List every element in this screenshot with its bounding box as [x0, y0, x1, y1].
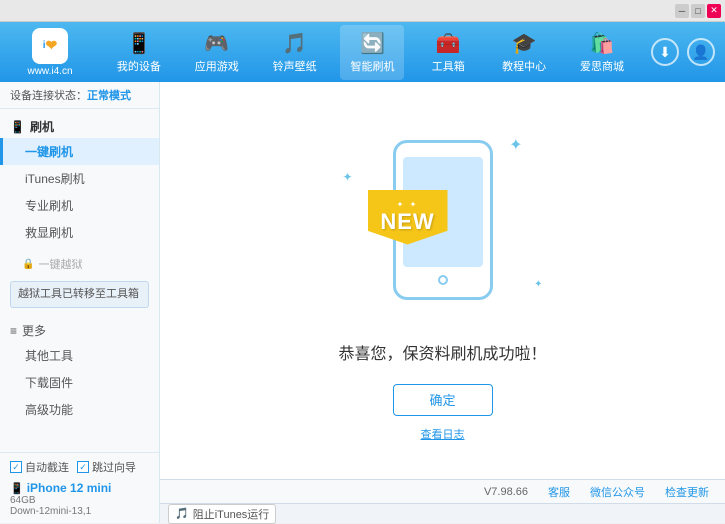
- sidebar-item-advanced[interactable]: 高级功能: [0, 396, 159, 423]
- sidebar-device-panel: ✓ 自动截连 ✓ 跳过向导 📱 iPhone 12 mini 64GB Down…: [0, 452, 159, 523]
- apps-icon: 🎮: [204, 31, 229, 56]
- toolbox-label: 工具箱: [432, 58, 465, 74]
- download-button[interactable]: ⬇: [651, 38, 679, 66]
- sidebar-item-data-flash[interactable]: 救显刷机: [0, 219, 159, 246]
- my-device-icon: 📱: [126, 31, 151, 56]
- nav-item-smart-flash[interactable]: 🔄 智能刷机: [340, 25, 404, 80]
- user-button[interactable]: 👤: [687, 38, 715, 66]
- jailbreak-section: 🔒 一键越狱 越狱工具已转移至工具箱: [0, 248, 159, 315]
- download-icon: ⬇: [659, 44, 671, 61]
- apps-label: 应用游戏: [195, 58, 239, 74]
- nav-item-tutorial[interactable]: 🎓 教程中心: [492, 25, 556, 80]
- minimize-button[interactable]: ─: [675, 4, 689, 18]
- header: i❤ www.i4.cn 📱 我的设备 🎮 应用游戏 🎵 铃声壁纸 🔄 智能刷机…: [0, 22, 725, 82]
- flash-section: 📱 刷机 一键刷机 iTunes刷机 专业刷机 救显刷机: [0, 109, 159, 248]
- sidebar: 设备连接状态：正常模式 📱 刷机 一键刷机 iTunes刷机 专业刷机 救显刷机: [0, 82, 160, 523]
- new-badge-text: NEW: [380, 209, 434, 235]
- use-guide-label[interactable]: ✓ 跳过向导: [77, 459, 136, 475]
- more-icon: ≡: [10, 324, 17, 338]
- title-bar: ─ □ ✕: [0, 0, 725, 22]
- logo-icon: i❤: [32, 28, 68, 64]
- sidebar-item-itunes-flash[interactable]: iTunes刷机: [0, 165, 159, 192]
- itunes-bar: 🎵 阻止iTunes运行: [160, 503, 725, 523]
- close-button[interactable]: ✕: [707, 4, 721, 18]
- flash-section-icon: 📱: [10, 120, 25, 134]
- maximize-button[interactable]: □: [691, 4, 705, 18]
- sparkle-2: ✦: [343, 170, 353, 184]
- device-icon: 📱: [10, 482, 24, 495]
- sparkle-1: ✦: [509, 135, 522, 155]
- sidebar-item-pro-flash[interactable]: 专业刷机: [0, 192, 159, 219]
- device-model: Down-12mini-13,1: [10, 506, 149, 517]
- nav-bar: 📱 我的设备 🎮 应用游戏 🎵 铃声壁纸 🔄 智能刷机 🧰 工具箱 🎓 教程中心…: [100, 25, 641, 80]
- logo: i❤ www.i4.cn: [10, 28, 90, 77]
- window-controls: ─ □ ✕: [675, 4, 721, 18]
- header-right: ⬇ 👤: [651, 38, 715, 66]
- nav-item-apps-games[interactable]: 🎮 应用游戏: [185, 25, 249, 80]
- device-storage: 64GB: [10, 495, 149, 506]
- tutorial-icon: 🎓: [512, 31, 537, 56]
- store-icon: 🛍️: [590, 31, 615, 56]
- nav-item-toolbox[interactable]: 🧰 工具箱: [418, 25, 478, 80]
- wechat-official-link[interactable]: 微信公众号: [590, 484, 645, 500]
- jailbreak-notice: 越狱工具已转移至工具箱: [10, 281, 149, 308]
- more-section: ≡ 更多 其他工具 下载固件 高级功能: [0, 315, 159, 427]
- use-guide-checkbox[interactable]: ✓: [77, 461, 89, 473]
- sidebar-item-download-firmware[interactable]: 下载固件: [0, 369, 159, 396]
- check-update-link[interactable]: 检查更新: [665, 484, 709, 500]
- nav-item-ringtones[interactable]: 🎵 铃声壁纸: [263, 25, 327, 80]
- toolbox-icon: 🧰: [436, 31, 461, 56]
- checkbox-group: ✓ 自动截连 ✓ 跳过向导: [10, 459, 149, 475]
- customer-service-link[interactable]: 客服: [548, 484, 570, 500]
- sidebar-item-jailbreak: 🔒 一键越狱: [0, 251, 159, 277]
- itunes-icon: 🎵: [175, 507, 189, 520]
- daily-link[interactable]: 查看日志: [421, 426, 465, 442]
- more-section-header: ≡ 更多: [0, 319, 159, 342]
- flash-section-header: 📱 刷机: [0, 115, 159, 138]
- illustration: ✦ ✦ NEW ✦ ✦ ✦: [333, 120, 553, 320]
- itunes-button[interactable]: 🎵 阻止iTunes运行: [168, 504, 276, 524]
- sidebar-item-other-tools[interactable]: 其他工具: [0, 342, 159, 369]
- my-device-label: 我的设备: [117, 58, 161, 74]
- version-label: V7.98.66: [484, 486, 528, 498]
- content-panel: ✦ ✦ NEW ✦ ✦ ✦ 恭喜您，保资料刷机成功啦！ 确定 查看日志 V7.9…: [160, 82, 725, 523]
- nav-item-store[interactable]: 🛍️ 爱思商城: [570, 25, 634, 80]
- lock-icon: 🔒: [22, 259, 34, 270]
- success-message: 恭喜您，保资料刷机成功啦！: [338, 340, 546, 364]
- ringtones-label: 铃声壁纸: [273, 58, 317, 74]
- sidebar-item-one-click-flash[interactable]: 一键刷机: [0, 138, 159, 165]
- ringtones-icon: 🎵: [282, 31, 307, 56]
- auto-connect-checkbox[interactable]: ✓: [10, 461, 22, 473]
- user-icon: 👤: [692, 44, 709, 61]
- store-label: 爱思商城: [580, 58, 624, 74]
- auto-connect-label[interactable]: ✓ 自动截连: [10, 459, 69, 475]
- device-name: 📱 iPhone 12 mini: [10, 481, 149, 495]
- smart-flash-label: 智能刷机: [350, 58, 394, 74]
- sidebar-spacer: [0, 427, 159, 452]
- smart-flash-icon: 🔄: [360, 31, 385, 56]
- status-footer: V7.98.66 客服 微信公众号 检查更新: [160, 479, 725, 503]
- main-content: ✦ ✦ NEW ✦ ✦ ✦ 恭喜您，保资料刷机成功啦！ 确定 查看日志: [160, 82, 725, 479]
- logo-text: www.i4.cn: [27, 66, 72, 77]
- confirm-button[interactable]: 确定: [393, 384, 493, 416]
- tutorial-label: 教程中心: [502, 58, 546, 74]
- phone-home-btn: [438, 275, 448, 285]
- nav-item-my-device[interactable]: 📱 我的设备: [107, 25, 171, 80]
- sparkle-3: ✦: [534, 279, 542, 290]
- connection-status: 设备连接状态：正常模式: [0, 82, 159, 109]
